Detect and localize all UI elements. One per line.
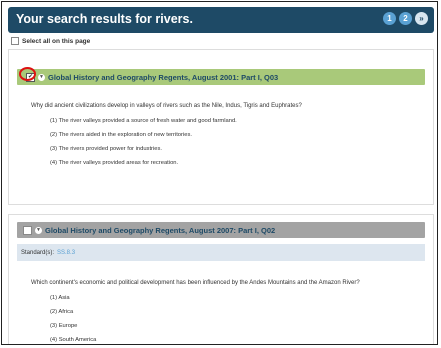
highlight-circle [19,67,36,81]
answer-option: (1) The river valleys provided a source … [50,118,237,124]
results-header: Your search results for rivers. 1 2 » [8,7,434,33]
standards-row: Standard(s): SS.8.3 [17,244,425,261]
answer-option: (3) The rivers provided power for indust… [50,146,163,152]
next-page-button[interactable]: » [415,12,428,25]
answer-option: (3) Europe [50,323,78,329]
question-card: ▼ Global History and Geography Regents, … [8,214,434,344]
answer-option: (1) Asia [50,295,70,301]
question-header-bar: ✔ ▼ Global History and Geography Regents… [17,69,425,85]
standards-link[interactable]: SS.8.3 [57,250,75,256]
chevron-down-icon[interactable]: ▼ [35,226,42,234]
select-all-row[interactable]: Select all on this page [11,37,90,45]
question-title[interactable]: Global History and Geography Regents, Au… [45,226,275,235]
results-window: Your search results for rivers. 1 2 » Se… [1,1,438,345]
select-all-checkbox[interactable] [11,37,19,45]
answer-option: (4) South America [50,337,97,343]
answer-option: (2) The rivers aided in the exploration … [50,132,192,138]
select-all-label: Select all on this page [22,37,91,45]
standards-label: Standard(s): [21,249,55,256]
page-2-button[interactable]: 2 [399,12,412,25]
answer-option: (2) Africa [50,309,74,315]
answer-option: (4) The river valleys provided areas for… [50,160,179,166]
question-prompt: Why did ancient civilizations develop in… [31,103,302,109]
question-select-checkbox[interactable] [23,225,32,235]
question-card: ✔ ▼ Global History and Geography Regents… [8,49,434,205]
pagination: 1 2 » [383,12,428,25]
question-title[interactable]: Global History and Geography Regents, Au… [48,73,278,82]
page-title: Your search results for rivers. [16,12,193,26]
question-prompt: Which continent's economic and political… [31,280,360,286]
question-header-bar: ▼ Global History and Geography Regents, … [17,222,425,238]
page-1-button[interactable]: 1 [383,12,396,25]
chevron-down-icon[interactable]: ▼ [38,73,45,81]
